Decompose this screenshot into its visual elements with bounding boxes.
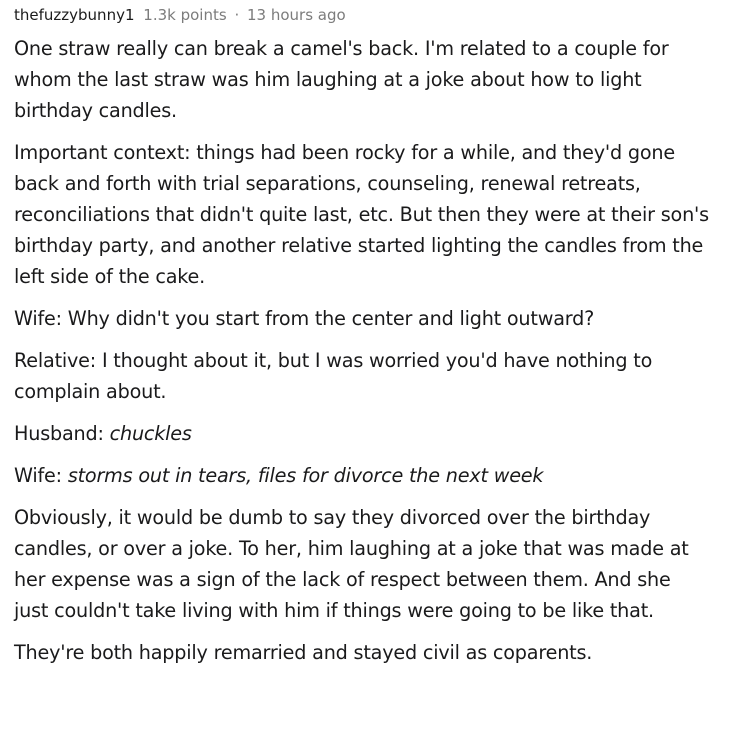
comment-paragraph: Relative: I thought about it, but I was …: [14, 345, 740, 407]
comment-line: birthday candles.: [14, 99, 177, 122]
italic-action: storms out in tears, files for divorce t…: [67, 464, 544, 487]
speaker-label: Wife:: [14, 464, 68, 487]
comment-paragraph: Important context: things had been rocky…: [14, 137, 740, 292]
comment-line: Relative: I thought about it, but I was …: [14, 349, 653, 372]
comment-line: Obviously, it would be dumb to say they …: [14, 506, 651, 529]
comment-line: just couldn't take living with him if th…: [14, 599, 654, 622]
comment-paragraph: Wife: storms out in tears, files for div…: [14, 460, 740, 491]
comment-paragraph: They're both happily remarried and staye…: [14, 637, 740, 668]
comment-paragraph: Husband: chuckles: [14, 418, 740, 449]
comment-line: candles, or over a joke. To her, him lau…: [14, 537, 689, 560]
comment-line: Husband: chuckles: [14, 418, 740, 449]
comment-paragraph: One straw really can break a camel's bac…: [14, 33, 740, 126]
comment-line: They're both happily remarried and staye…: [14, 641, 593, 664]
comment-author-link[interactable]: thefuzzybunny1: [14, 6, 135, 24]
comment-line: One straw really can break a camel's bac…: [14, 37, 669, 60]
comment-line: Wife: storms out in tears, files for div…: [14, 460, 740, 491]
comment-line: whom the last straw was him laughing at …: [14, 68, 642, 91]
comment-paragraph: Wife: Why didn't you start from the cent…: [14, 303, 740, 334]
comment-line: reconciliations that didn't quite last, …: [14, 203, 709, 226]
comment-body: One straw really can break a camel's bac…: [14, 33, 740, 668]
comment-line: her expense was a sign of the lack of re…: [14, 568, 671, 591]
comment-meta: thefuzzybunny1 1.3k points · 13 hours ag…: [14, 0, 740, 30]
comment-paragraph: Obviously, it would be dumb to say they …: [14, 502, 740, 626]
comment-line: left side of the cake.: [14, 265, 206, 288]
italic-action: chuckles: [109, 422, 192, 445]
comment-line: complain about.: [14, 380, 167, 403]
comment-timestamp[interactable]: 13 hours ago: [247, 6, 346, 24]
comment-points: 1.3k points: [143, 6, 227, 24]
comment-line: back and forth with trial separations, c…: [14, 172, 641, 195]
comment-line: birthday party, and another relative sta…: [14, 234, 704, 257]
comment-line: Wife: Why didn't you start from the cent…: [14, 307, 595, 330]
speaker-label: Husband:: [14, 422, 110, 445]
meta-separator: ·: [234, 6, 240, 24]
comment: thefuzzybunny1 1.3k points · 13 hours ag…: [14, 0, 740, 668]
comment-line: Important context: things had been rocky…: [14, 141, 675, 164]
